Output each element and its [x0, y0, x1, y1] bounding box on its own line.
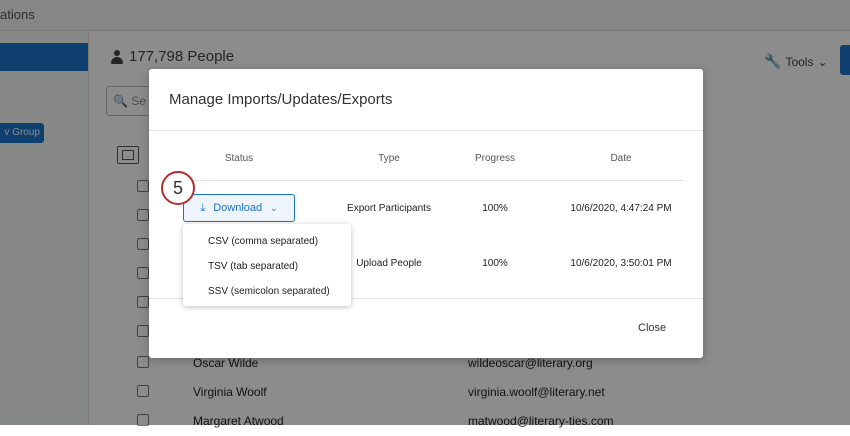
modal-header-divider	[149, 130, 703, 131]
chevron-down-icon: ⌄	[270, 202, 278, 213]
menu-item-csv[interactable]: CSV (comma separated)	[208, 236, 318, 247]
menu-item-ssv[interactable]: SSV (semicolon separated)	[208, 286, 330, 297]
row-progress: 100%	[482, 203, 508, 214]
row-date: 10/6/2020, 4:47:24 PM	[570, 203, 672, 214]
close-button[interactable]: Close	[638, 322, 666, 334]
column-header-progress: Progress	[474, 153, 515, 164]
column-header-type: Type	[378, 153, 400, 164]
row-date: 10/6/2020, 3:50:01 PM	[570, 258, 672, 269]
manage-imports-modal: Manage Imports/Updates/Exports Status Ty…	[149, 69, 703, 358]
modal-title: Manage Imports/Updates/Exports	[169, 91, 393, 108]
row-progress: 100%	[482, 258, 508, 269]
step-number-badge: 5	[161, 171, 195, 205]
download-icon: ⤓	[200, 201, 206, 214]
column-header-date: Date	[610, 153, 632, 164]
menu-item-tsv[interactable]: TSV (tab separated)	[208, 261, 298, 272]
row-type: Export Participants	[347, 203, 431, 214]
download-label: Download	[213, 202, 263, 214]
download-button[interactable]: ⤓ Download ⌄	[183, 194, 295, 222]
column-header-status: Status	[224, 153, 254, 164]
table-header-divider	[169, 180, 683, 181]
download-format-menu: CSV (comma separated) TSV (tab separated…	[183, 224, 351, 306]
